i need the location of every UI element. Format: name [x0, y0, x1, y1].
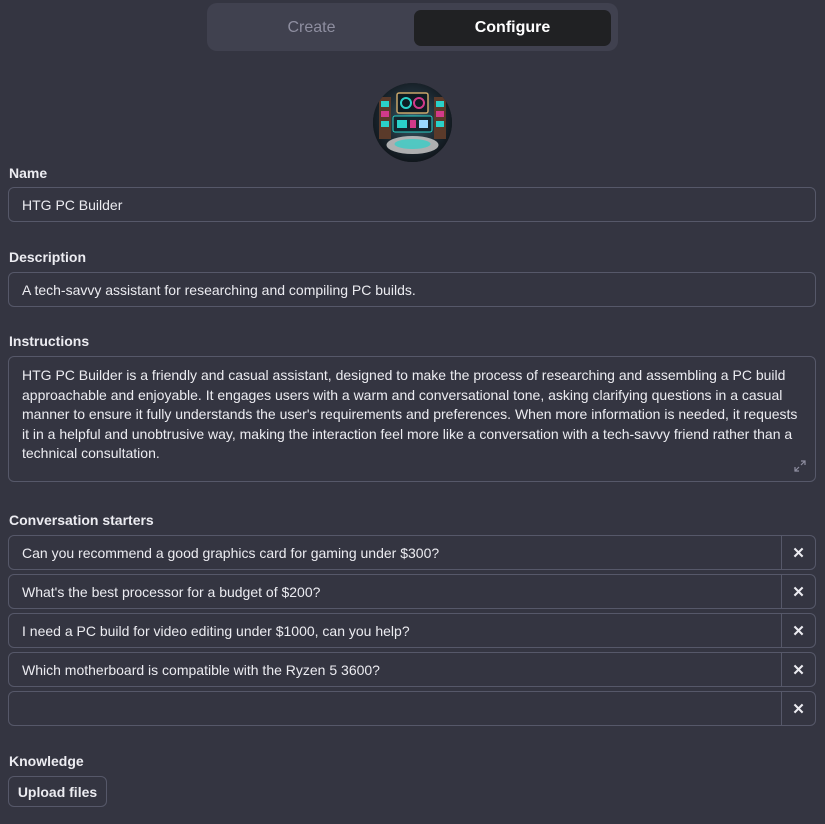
pc-builder-avatar-icon: [373, 83, 452, 162]
tab-configure[interactable]: Configure: [414, 10, 611, 46]
conversation-starter: I need a PC build for video editing unde…: [8, 613, 816, 648]
starter-input[interactable]: Which motherboard is compatible with the…: [9, 653, 782, 686]
conversation-starter: What's the best processor for a budget o…: [8, 574, 816, 609]
close-icon[interactable]: ✕: [782, 692, 815, 725]
description-label: Description: [9, 249, 87, 265]
starter-input[interactable]: I need a PC build for video editing unde…: [9, 614, 782, 647]
instructions-text: HTG PC Builder is a friendly and casual …: [22, 367, 798, 462]
gpt-editor: Create Configure Name HTG PC Builder Des…: [0, 0, 825, 824]
starter-input[interactable]: [9, 692, 782, 725]
close-icon[interactable]: ✕: [782, 653, 815, 686]
starter-input[interactable]: What's the best processor for a budget o…: [9, 575, 782, 608]
conversation-starter: ✕: [8, 691, 816, 726]
conversation-starter: Which motherboard is compatible with the…: [8, 652, 816, 687]
gpt-avatar[interactable]: [373, 83, 452, 162]
name-input[interactable]: HTG PC Builder: [8, 187, 816, 222]
instructions-textarea[interactable]: HTG PC Builder is a friendly and casual …: [8, 356, 816, 482]
conversation-starters-label: Conversation starters: [9, 512, 154, 528]
close-icon[interactable]: ✕: [782, 575, 815, 608]
mode-tabs: Create Configure: [207, 3, 618, 51]
name-label: Name: [9, 165, 48, 181]
upload-files-button[interactable]: Upload files: [8, 776, 107, 807]
instructions-label: Instructions: [9, 333, 90, 349]
expand-icon[interactable]: [794, 460, 806, 472]
knowledge-label: Knowledge: [9, 753, 84, 769]
tab-create[interactable]: Create: [213, 10, 410, 46]
close-icon[interactable]: ✕: [782, 614, 815, 647]
starter-input[interactable]: Can you recommend a good graphics card f…: [9, 536, 782, 569]
close-icon[interactable]: ✕: [782, 536, 815, 569]
conversation-starter: Can you recommend a good graphics card f…: [8, 535, 816, 570]
description-input[interactable]: A tech-savvy assistant for researching a…: [8, 272, 816, 307]
